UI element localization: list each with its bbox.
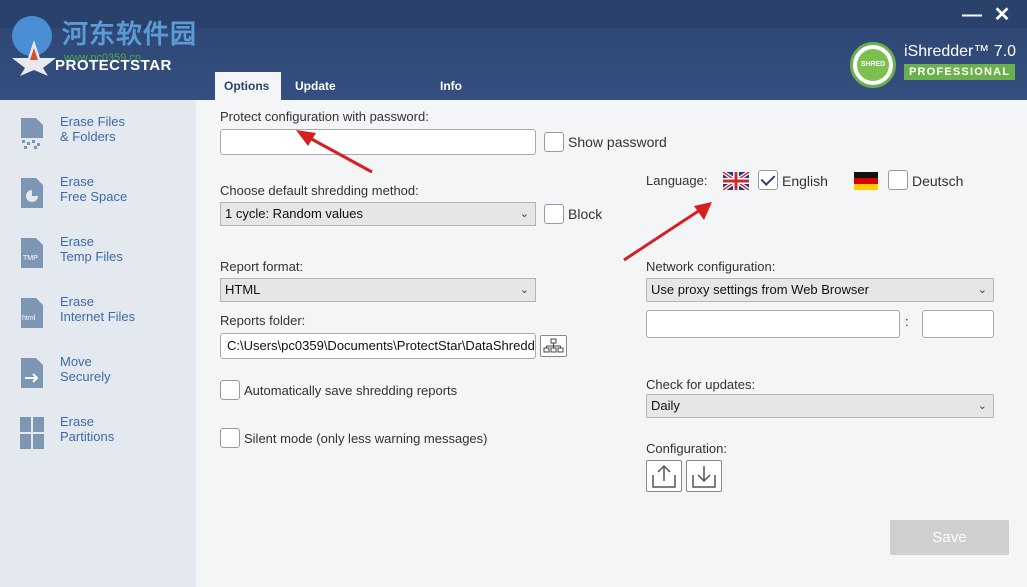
- watermark-text: 河东软件园: [62, 20, 198, 50]
- check-updates-select[interactable]: Daily ⌄: [646, 394, 994, 418]
- tmp-file-icon: TMP: [21, 238, 43, 268]
- english-label: English: [782, 173, 828, 189]
- sidebar-item-label: Erase Internet Files: [60, 294, 135, 324]
- tab-update[interactable]: Update: [286, 72, 345, 100]
- svg-text:TMP: TMP: [23, 255, 38, 262]
- shred-badge-icon: SHRED: [850, 42, 896, 88]
- sidebar-item-move-securely[interactable]: Move Securely: [0, 354, 196, 414]
- product-name: iShredder™ 7.0: [904, 43, 1017, 60]
- network-config-select[interactable]: Use proxy settings from Web Browser ⌄: [646, 278, 994, 302]
- password-label: Protect configuration with password:: [220, 109, 429, 124]
- export-config-button[interactable]: [646, 460, 682, 492]
- browse-folder-button[interactable]: [540, 335, 567, 357]
- sidebar-item-label: Erase Partitions: [60, 414, 114, 444]
- sidebar-item-temp-files[interactable]: TMP Erase Temp Files: [0, 234, 196, 294]
- files-shred-icon: [21, 118, 43, 149]
- sidebar-item-partitions[interactable]: Erase Partitions: [0, 414, 196, 474]
- block-checkbox[interactable]: [544, 204, 564, 224]
- save-button[interactable]: Save: [890, 520, 1009, 555]
- title-bar: 河东软件园 www.pc0359.cn PROTECTSTAR — ✕ SHRE…: [0, 0, 1027, 100]
- reports-folder-field[interactable]: C:\Users\pc0359\Documents\ProtectStar\Da…: [220, 333, 536, 359]
- password-field[interactable]: [220, 129, 536, 155]
- shredding-method-label: Choose default shredding method:: [220, 183, 419, 198]
- brand-name: PROTECTSTAR: [55, 57, 172, 74]
- uk-flag-icon: [723, 172, 749, 190]
- sidebar: Erase Files & Folders Erase Free Space T…: [0, 100, 196, 587]
- shredding-method-select[interactable]: 1 cycle: Random values ⌄: [220, 202, 536, 226]
- proxy-host-field[interactable]: [646, 310, 900, 338]
- sidebar-label-line1: Erase: [60, 234, 94, 249]
- partitions-icon: [20, 417, 44, 449]
- proxy-port-field[interactable]: [922, 310, 994, 338]
- badge-label: SHRED: [857, 49, 889, 81]
- download-icon: [692, 466, 716, 488]
- chevron-down-icon: ⌄: [977, 284, 987, 296]
- sidebar-label-line2: Free Space: [60, 189, 128, 204]
- deutsch-checkbox[interactable]: [888, 170, 908, 190]
- tab-options[interactable]: Options: [215, 72, 281, 100]
- sidebar-label-line1: Erase Files: [60, 114, 126, 129]
- check-updates-label: Check for updates:: [646, 377, 756, 392]
- german-flag-icon: [854, 172, 878, 190]
- sidebar-item-internet-files[interactable]: html Erase Internet Files: [0, 294, 196, 354]
- options-panel: Protect configuration with password: Sho…: [196, 100, 1027, 587]
- silent-mode-label: Silent mode (only less warning messages): [244, 431, 488, 446]
- network-config-label: Network configuration:: [646, 259, 776, 274]
- html-file-icon: html: [21, 298, 43, 328]
- folder-tree-icon: [543, 338, 564, 353]
- sidebar-item-label: Erase Free Space: [60, 174, 127, 204]
- chevron-down-icon: ⌄: [519, 208, 529, 220]
- sidebar-label-line1: Erase: [60, 294, 94, 309]
- shredding-method-value: 1 cycle: Random values: [225, 206, 364, 221]
- sidebar-label-line2: Partitions: [60, 429, 115, 444]
- sidebar-label-line2: Internet Files: [60, 309, 136, 324]
- sidebar-item-erase-files[interactable]: Erase Files & Folders: [0, 114, 196, 174]
- show-password-checkbox[interactable]: [544, 132, 564, 152]
- chevron-down-icon: ⌄: [519, 284, 529, 296]
- proxy-separator: :: [905, 314, 909, 329]
- report-format-select[interactable]: HTML ⌄: [220, 278, 536, 302]
- minimize-button[interactable]: —: [960, 4, 984, 26]
- sidebar-item-label: Erase Temp Files: [60, 234, 123, 264]
- sidebar-label-line2: Temp Files: [60, 249, 123, 264]
- language-label: Language:: [646, 173, 708, 188]
- svg-text:html: html: [22, 315, 36, 322]
- move-file-icon: [21, 358, 43, 388]
- upload-icon: [652, 464, 676, 488]
- block-label: Block: [568, 206, 603, 222]
- reports-folder-label: Reports folder:: [220, 313, 306, 328]
- auto-save-reports-label: Automatically save shredding reports: [244, 383, 458, 398]
- import-config-button[interactable]: [686, 460, 722, 492]
- sidebar-label-line2: & Folders: [60, 129, 116, 144]
- sidebar-label-line1: Erase: [60, 174, 94, 189]
- deutsch-label: Deutsch: [912, 173, 964, 189]
- free-space-icon: [21, 178, 43, 208]
- chevron-down-icon: ⌄: [977, 400, 987, 412]
- product-edition: PROFESSIONAL: [904, 64, 1016, 80]
- silent-mode-checkbox[interactable]: [220, 428, 240, 448]
- sidebar-label-line1: Move: [60, 354, 92, 369]
- check-updates-value: Daily: [651, 398, 680, 413]
- sidebar-item-free-space[interactable]: Erase Free Space: [0, 174, 196, 234]
- sidebar-label-line1: Erase: [60, 414, 94, 429]
- close-button[interactable]: ✕: [990, 4, 1014, 26]
- sidebar-item-label: Erase Files & Folders: [60, 114, 125, 144]
- configuration-label: Configuration:: [646, 441, 727, 456]
- tab-info[interactable]: Info: [431, 72, 471, 100]
- auto-save-reports-checkbox[interactable]: [220, 380, 240, 400]
- report-format-value: HTML: [225, 282, 261, 297]
- english-checkbox[interactable]: [758, 170, 778, 190]
- report-format-label: Report format:: [220, 259, 304, 274]
- sidebar-item-label: Move Securely: [60, 354, 111, 384]
- star-logo-icon: [12, 16, 56, 76]
- network-config-value: Use proxy settings from Web Browser: [651, 282, 869, 297]
- sidebar-label-line2: Securely: [60, 369, 111, 384]
- show-password-label: Show password: [568, 134, 667, 150]
